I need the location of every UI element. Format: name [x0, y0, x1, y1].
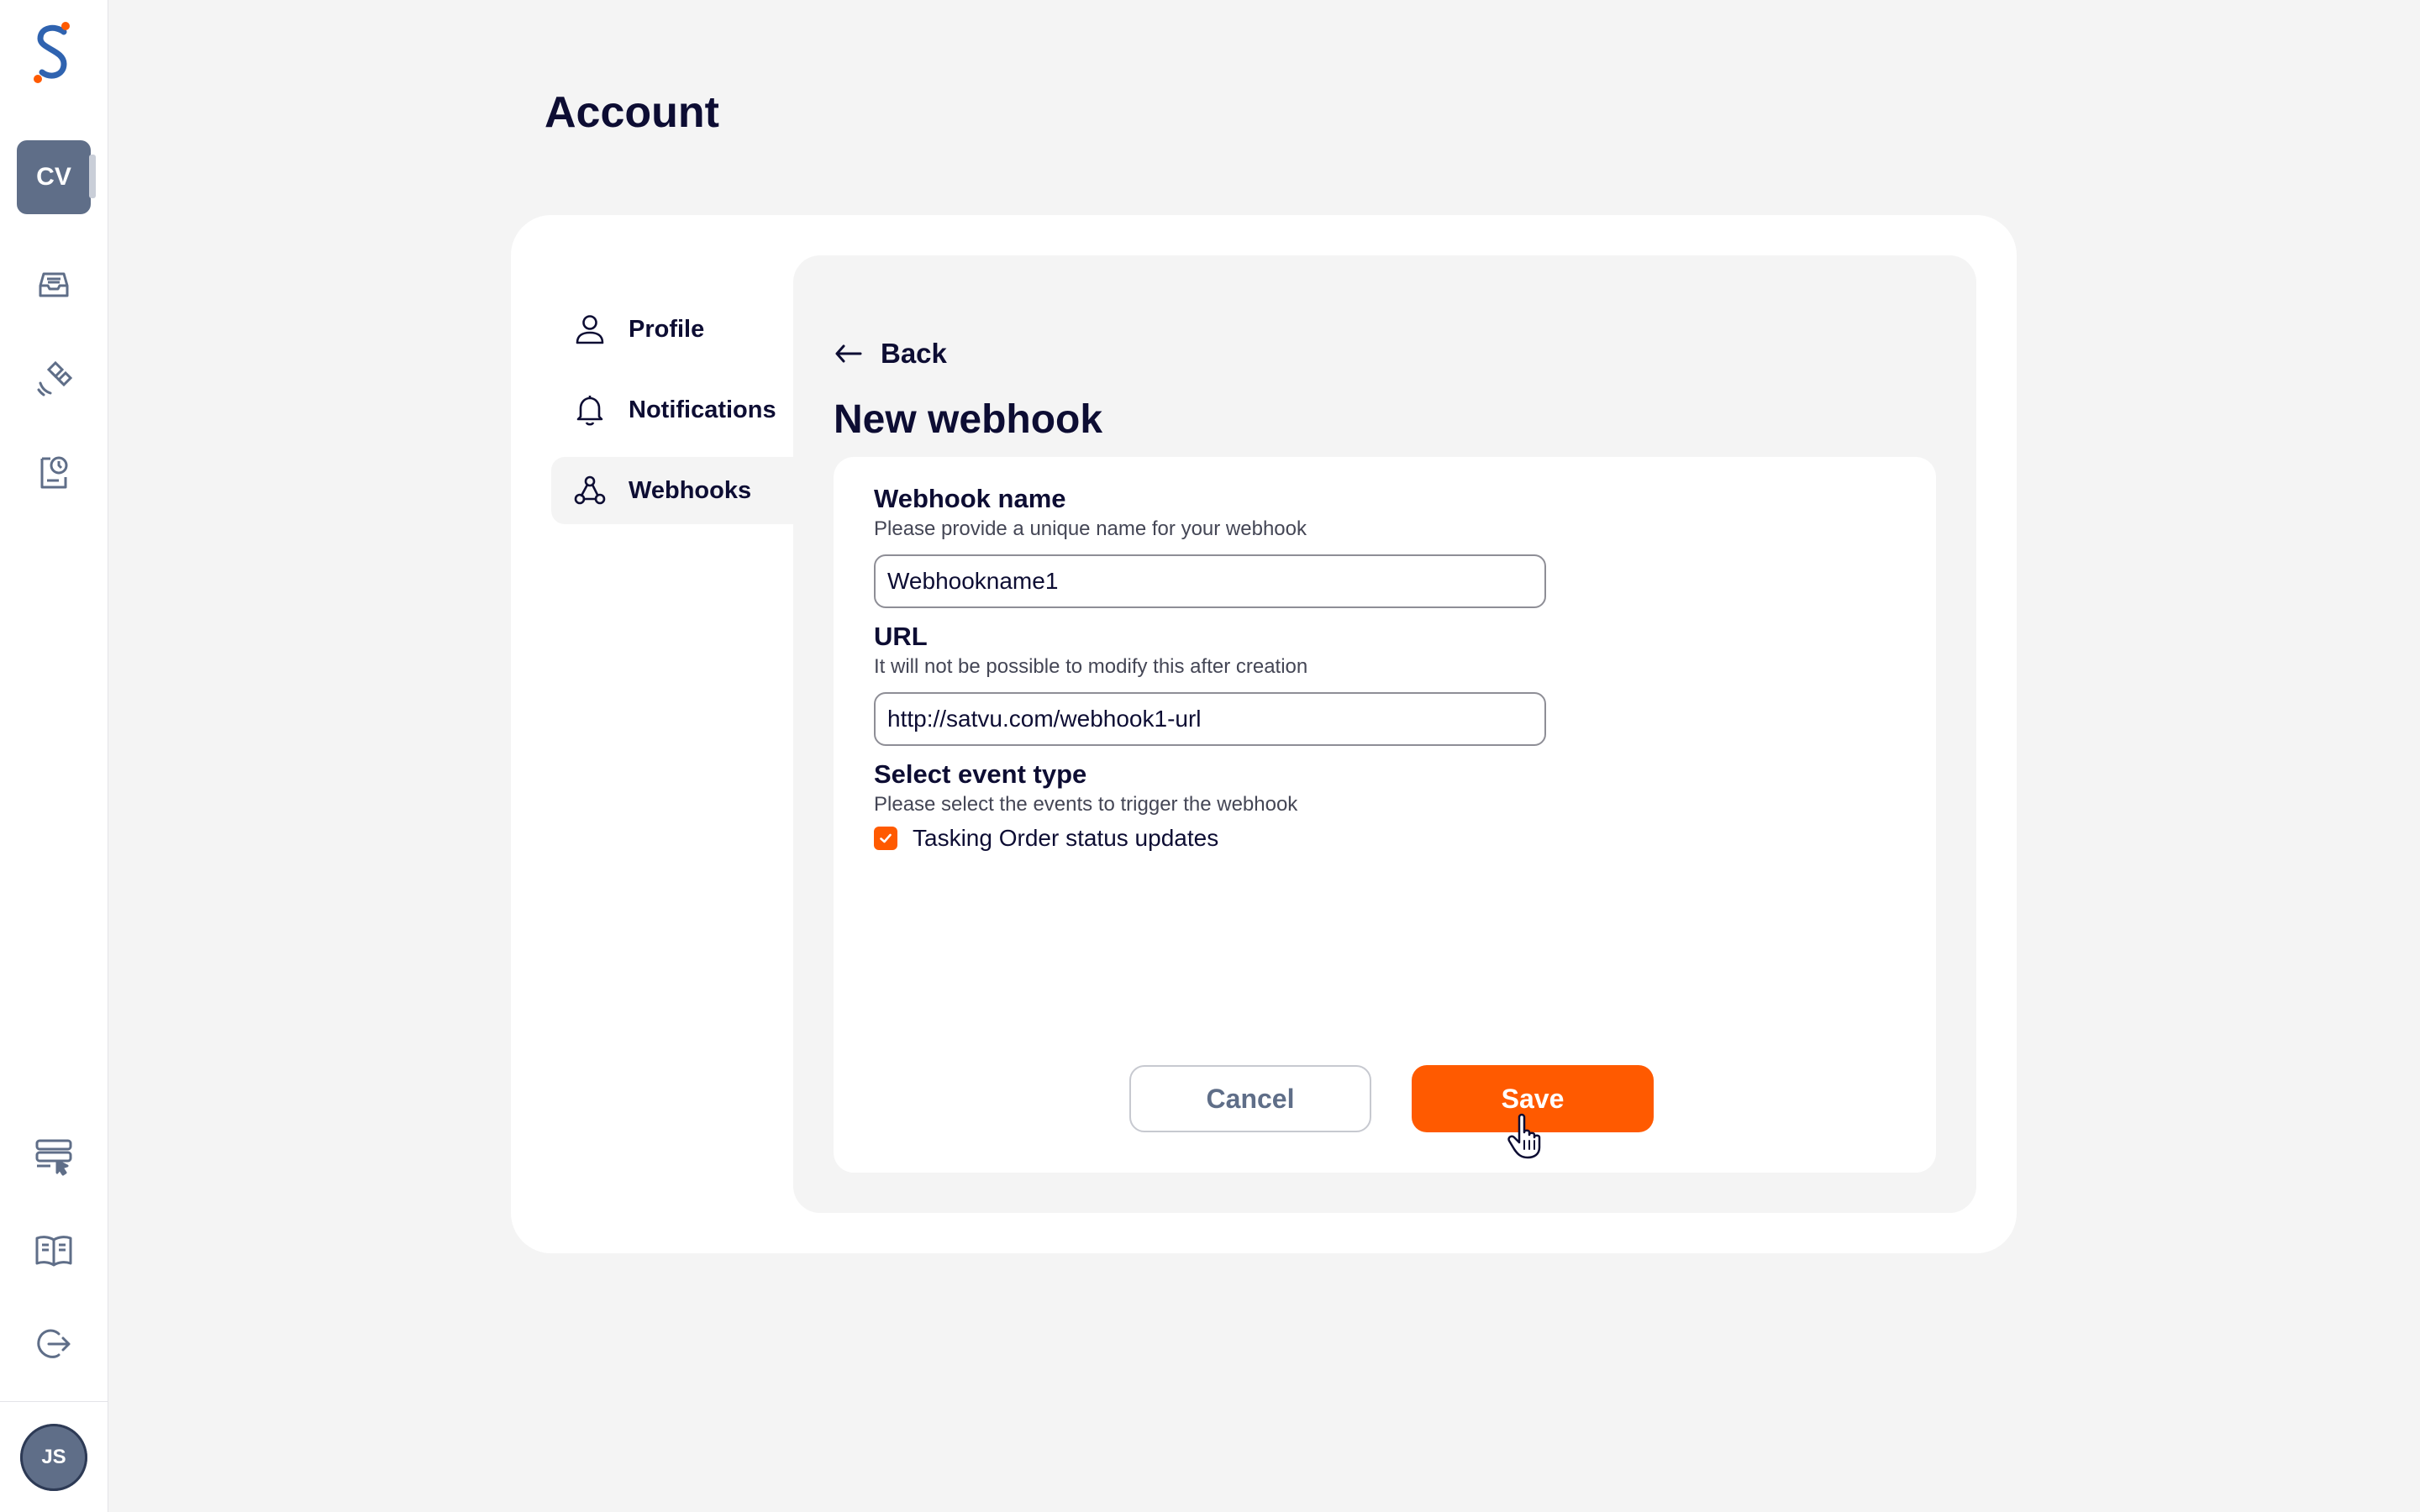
webhook-icon: [574, 475, 606, 505]
event-option-tasking-order[interactable]: Tasking Order status updates: [874, 825, 1218, 852]
webhook-form: Webhook name Please provide a unique nam…: [834, 457, 1936, 1173]
url-label: URL: [874, 622, 928, 651]
webhook-name-input[interactable]: [874, 554, 1546, 608]
event-type-help: Please select the events to trigger the …: [874, 793, 1298, 816]
bell-icon: [576, 396, 603, 426]
cancel-button[interactable]: Cancel: [1129, 1065, 1371, 1132]
satvu-logo-icon[interactable]: [30, 20, 77, 87]
arrow-left-icon: [835, 344, 862, 363]
webhook-name-help: Please provide a unique name for your we…: [874, 517, 1307, 540]
event-type-label: Select event type: [874, 759, 1087, 789]
organization-initials: CV: [36, 163, 71, 191]
url-input[interactable]: [874, 692, 1546, 746]
save-button[interactable]: Save: [1412, 1065, 1654, 1132]
back-link[interactable]: Back: [834, 338, 947, 370]
docs-book-icon[interactable]: [34, 1230, 74, 1270]
menu-item-label: Webhooks: [629, 476, 752, 504]
menu-item-profile[interactable]: Profile: [551, 296, 795, 363]
logout-icon[interactable]: [34, 1324, 74, 1364]
user-initials: JS: [41, 1446, 66, 1468]
checkmark-icon: [880, 833, 892, 843]
panel-title: New webhook: [834, 397, 1103, 442]
account-menu: Profile Notifications Webhooks: [551, 296, 795, 538]
satellite-icon[interactable]: [34, 358, 74, 398]
rail-divider: [0, 1401, 108, 1402]
organization-active-indicator: [89, 155, 96, 198]
menu-item-label: Profile: [629, 315, 705, 343]
menu-item-webhooks[interactable]: Webhooks: [551, 457, 795, 524]
user-avatar[interactable]: JS: [20, 1424, 87, 1491]
event-option-label: Tasking Order status updates: [913, 825, 1219, 851]
webhook-panel: Back New webhook Webhook name Please pro…: [793, 255, 1976, 1213]
back-label: Back: [881, 338, 947, 369]
inbox-icon[interactable]: [34, 264, 74, 304]
orders-icon[interactable]: [34, 452, 74, 492]
webhook-name-label: Webhook name: [874, 484, 1066, 513]
account-card: Profile Notifications Webhooks Back New …: [511, 215, 2017, 1253]
menu-item-notifications[interactable]: Notifications: [551, 376, 795, 444]
organization-avatar[interactable]: CV: [17, 140, 91, 214]
api-icon[interactable]: [34, 1136, 74, 1176]
left-rail: CV JS: [0, 0, 108, 1512]
url-help: It will not be possible to modify this a…: [874, 655, 1308, 678]
user-icon: [576, 315, 604, 344]
event-checkbox[interactable]: [874, 827, 897, 850]
menu-item-label: Notifications: [629, 396, 776, 423]
page-title: Account: [544, 88, 719, 137]
